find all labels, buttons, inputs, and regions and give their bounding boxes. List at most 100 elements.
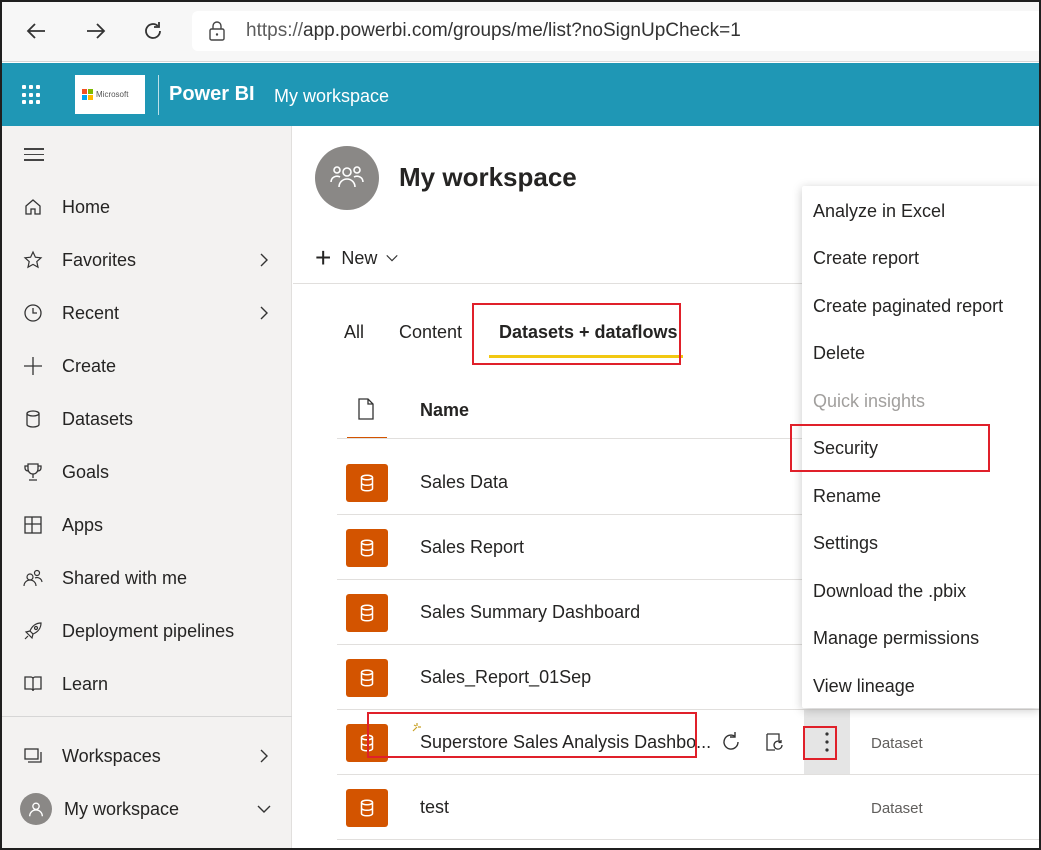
sidebar-item-workspaces[interactable]: Workspaces bbox=[2, 736, 292, 776]
sidebar-item-label: Workspaces bbox=[62, 745, 161, 766]
microsoft-squares-icon bbox=[82, 89, 93, 100]
menu-item-create-paginated-report[interactable]: Create paginated report bbox=[802, 283, 1039, 330]
group-icon bbox=[330, 166, 364, 188]
microsoft-logo[interactable]: Microsoft bbox=[75, 75, 145, 114]
row-type: Dataset bbox=[871, 735, 923, 752]
highlight-box-tab bbox=[472, 303, 681, 365]
menu-item-create-report[interactable]: Create report bbox=[802, 235, 1039, 282]
menu-item-view-lineage[interactable]: View lineage bbox=[802, 663, 1039, 710]
chevron-right-icon bbox=[260, 253, 268, 267]
sidebar-item-label: Goals bbox=[62, 461, 110, 482]
sidebar-item-label: Learn bbox=[62, 673, 109, 694]
menu-item-rename[interactable]: Rename bbox=[802, 473, 1039, 520]
table-row[interactable]: test Dataset bbox=[337, 775, 1039, 840]
address-bar[interactable]: https://app.powerbi.com/groups/me/list?n… bbox=[192, 11, 1039, 51]
schedule-refresh-icon bbox=[766, 733, 783, 751]
menu-item-settings[interactable]: Settings bbox=[802, 520, 1039, 567]
forward-button[interactable] bbox=[80, 16, 110, 46]
avatar bbox=[20, 793, 52, 825]
star-icon bbox=[22, 249, 44, 271]
plus-icon bbox=[22, 355, 44, 377]
url-host: app.powerbi.com/groups/me/list?noSignUpC… bbox=[303, 20, 741, 41]
new-button[interactable]: + New bbox=[315, 244, 399, 272]
new-button-label: New bbox=[341, 247, 378, 268]
chevron-down-icon bbox=[257, 805, 271, 813]
file-icon bbox=[358, 398, 374, 420]
sidebar-item-label: Apps bbox=[62, 514, 104, 535]
chevron-right-icon bbox=[260, 749, 268, 763]
arrow-right-icon bbox=[87, 23, 106, 39]
url-text: https://app.powerbi.com/groups/me/list?n… bbox=[246, 20, 741, 42]
row-name[interactable]: Sales Report bbox=[420, 537, 524, 558]
trophy-icon bbox=[22, 461, 44, 483]
dataset-icon bbox=[346, 789, 388, 827]
column-header-name[interactable]: Name bbox=[420, 400, 469, 421]
sidebar: Home Favorites Recent Create Datasets Go… bbox=[2, 126, 292, 848]
shared-users-icon bbox=[22, 567, 44, 589]
row-name[interactable]: Sales_Report_01Sep bbox=[420, 667, 591, 688]
chevron-right-icon bbox=[260, 306, 268, 320]
sidebar-item-label: Deployment pipelines bbox=[62, 620, 235, 641]
menu-item-quick-insights: Quick insights bbox=[813, 391, 926, 411]
app-launcher-icon[interactable] bbox=[22, 85, 42, 105]
sidebar-item-datasets[interactable]: Datasets bbox=[2, 399, 292, 439]
arrow-left-icon bbox=[26, 23, 45, 39]
refresh-icon bbox=[723, 732, 739, 750]
book-icon bbox=[22, 673, 44, 695]
url-prefix: https:// bbox=[246, 20, 304, 41]
row-name[interactable]: Sales Data bbox=[420, 472, 508, 493]
sidebar-item-deployment-pipelines[interactable]: Deployment pipelines bbox=[2, 611, 292, 651]
microsoft-brand-text: Microsoft bbox=[96, 90, 129, 99]
sidebar-item-learn[interactable]: Learn bbox=[2, 664, 292, 704]
apps-icon bbox=[22, 514, 44, 536]
dataset-icon bbox=[346, 529, 388, 567]
menu-item-delete[interactable]: Delete bbox=[802, 330, 1039, 377]
page-title: My workspace bbox=[399, 162, 577, 192]
hamburger-icon[interactable] bbox=[24, 148, 44, 165]
sidebar-item-label: Create bbox=[62, 355, 117, 376]
sidebar-item-create[interactable]: Create bbox=[2, 346, 292, 386]
header-divider bbox=[158, 75, 159, 115]
menu-item-analyze-in-excel[interactable]: Analyze in Excel bbox=[802, 188, 1039, 235]
back-button[interactable] bbox=[22, 16, 52, 46]
menu-item-manage-permissions[interactable]: Manage permissions bbox=[802, 615, 1039, 662]
app-name[interactable]: Power BI bbox=[169, 83, 255, 106]
screenshot-frame: https://app.powerbi.com/groups/me/list?n… bbox=[0, 0, 1041, 850]
refresh-button[interactable] bbox=[717, 728, 745, 756]
workspaces-icon bbox=[22, 745, 44, 767]
plus-icon: + bbox=[315, 242, 332, 273]
highlight-box-more-button bbox=[803, 726, 837, 760]
sidebar-item-recent[interactable]: Recent bbox=[2, 293, 292, 333]
row-type: Dataset bbox=[871, 800, 923, 817]
tab-all[interactable]: All bbox=[344, 322, 364, 343]
highlight-box-security bbox=[790, 424, 990, 472]
database-icon bbox=[22, 408, 44, 430]
sidebar-item-shared-with-me[interactable]: Shared with me bbox=[2, 558, 292, 598]
sidebar-item-label: Recent bbox=[62, 302, 120, 323]
sidebar-divider bbox=[2, 716, 292, 717]
sidebar-item-apps[interactable]: Apps bbox=[2, 505, 292, 545]
app-header: Microsoft Power BI My workspace bbox=[2, 63, 1039, 126]
sidebar-item-label: Datasets bbox=[62, 408, 134, 429]
header-workspace-link[interactable]: My workspace bbox=[274, 86, 389, 107]
reload-button[interactable] bbox=[138, 16, 168, 46]
dataset-icon bbox=[346, 464, 388, 502]
schedule-refresh-button[interactable] bbox=[761, 728, 789, 756]
sidebar-item-label: Shared with me bbox=[62, 567, 188, 588]
tab-content[interactable]: Content bbox=[399, 322, 462, 343]
dataset-icon bbox=[346, 594, 388, 632]
browser-toolbar: https://app.powerbi.com/groups/me/list?n… bbox=[2, 2, 1039, 62]
sidebar-item-label: Favorites bbox=[62, 249, 137, 270]
sidebar-item-label: My workspace bbox=[64, 798, 180, 819]
home-icon bbox=[22, 196, 44, 218]
sidebar-item-goals[interactable]: Goals bbox=[2, 452, 292, 492]
highlight-box-row-name bbox=[367, 712, 697, 758]
row-name[interactable]: Sales Summary Dashboard bbox=[420, 602, 640, 623]
sidebar-item-home[interactable]: Home bbox=[2, 187, 292, 227]
sidebar-item-favorites[interactable]: Favorites bbox=[2, 240, 292, 280]
row-name[interactable]: test bbox=[420, 797, 449, 818]
sidebar-item-my-workspace[interactable]: My workspace bbox=[2, 789, 292, 829]
rocket-icon bbox=[22, 620, 44, 642]
menu-item-download-pbix[interactable]: Download the .pbix bbox=[802, 568, 1039, 615]
dataset-icon bbox=[346, 659, 388, 697]
